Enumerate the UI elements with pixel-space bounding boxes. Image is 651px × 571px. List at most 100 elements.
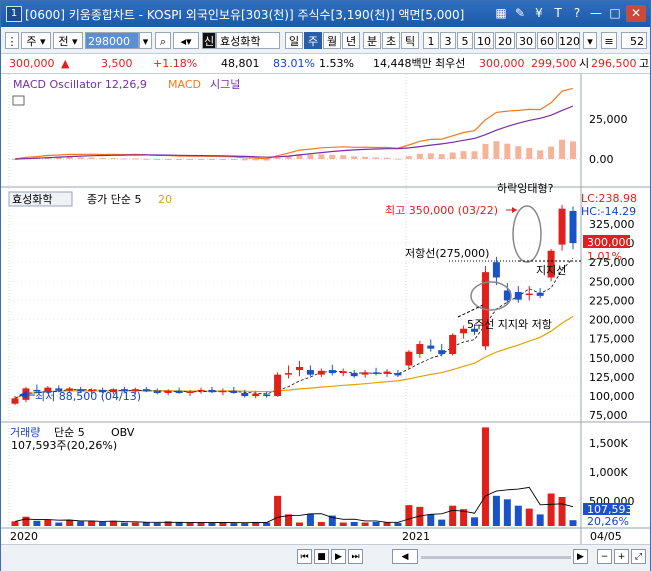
volume-bar — [77, 521, 85, 526]
pattern-highlight-ellipse — [512, 205, 542, 263]
period-tick[interactable]: 틱 — [401, 32, 419, 49]
volume-bar — [339, 522, 347, 526]
speaker-icon[interactable]: ◂▾ — [173, 32, 199, 49]
price-tick-label: 200,000 — [589, 314, 635, 327]
search-icon[interactable]: ⌕ — [155, 32, 171, 49]
candle-body — [383, 371, 391, 374]
macd-osc-bar — [537, 150, 544, 159]
volume-bar — [427, 514, 435, 526]
count-input[interactable]: 52 — [621, 32, 647, 49]
period-day[interactable]: 일 — [285, 32, 303, 49]
volume-tick: 1,000K — [589, 466, 628, 479]
currency-icon[interactable]: ¥ — [531, 5, 547, 22]
resistance-annotation: 저항선(275,000) — [405, 247, 489, 260]
candle-body — [186, 391, 194, 393]
candle-body — [328, 370, 336, 374]
volume-bar — [99, 521, 107, 526]
macd-osc-bar — [515, 146, 522, 159]
macd-osc-bar — [570, 141, 576, 159]
interval-120[interactable]: 120 — [558, 32, 580, 49]
play-icon[interactable]: ▶ — [331, 549, 346, 564]
volume-bar — [471, 517, 479, 526]
volume-bar — [350, 521, 358, 526]
macd-osc-bar — [143, 158, 150, 160]
period-week[interactable]: 주 — [304, 32, 322, 49]
macd-line — [14, 87, 574, 160]
current-price-pct: 1.01% — [587, 250, 622, 263]
period-month[interactable]: 월 — [323, 32, 341, 49]
interval-60[interactable]: 60 — [537, 32, 557, 49]
market-select[interactable]: 주 ▾ — [21, 32, 51, 49]
macd-osc-bar — [110, 158, 117, 160]
maximize-icon[interactable]: □ — [607, 5, 623, 22]
quote-bar: 300,000 ▲ 3,500 +1.18% 48,801 83.01% 1.5… — [1, 54, 650, 74]
panel-grid-icon[interactable] — [12, 95, 25, 106]
volume-bar — [230, 523, 238, 526]
candle-body — [372, 372, 380, 374]
period-second[interactable]: 초 — [382, 32, 400, 49]
turnover-rate: 1.53% — [319, 57, 354, 70]
macd-osc-bar — [121, 158, 128, 160]
scroll-left-icon[interactable]: ◀ — [392, 549, 418, 564]
volume-bar — [492, 495, 500, 526]
candle-body — [438, 350, 446, 354]
candle-body — [525, 293, 533, 296]
volume-bar — [186, 522, 194, 526]
stop-icon[interactable]: ■ — [314, 549, 329, 564]
scroll-right-icon[interactable]: ▶ — [573, 549, 588, 564]
settings-icon[interactable]: ≡ — [601, 32, 617, 49]
volume-bar — [131, 522, 139, 526]
zoom-out-icon[interactable]: − — [597, 549, 612, 564]
window-number-icon[interactable]: 1 — [6, 6, 22, 22]
price-tick-label: 125,000 — [589, 371, 635, 384]
high-annotation: 최고 350,000 (03/22) — [385, 204, 498, 217]
candle-body — [339, 371, 347, 374]
pattern-annotation: 하락잉태형? — [497, 181, 554, 195]
volume-bar — [361, 522, 369, 526]
chevron-down-icon[interactable]: ▾ — [583, 32, 597, 49]
interval-10[interactable]: 10 — [474, 32, 494, 49]
candle-body — [514, 292, 522, 300]
candle-body — [11, 398, 19, 404]
macd-osc-bar — [340, 155, 347, 159]
macd-tick: 0.00 — [589, 153, 614, 166]
change-arrow-icon: ▲ — [61, 57, 70, 70]
candle-body — [492, 262, 500, 278]
period-minute[interactable]: 분 — [363, 32, 381, 49]
macd-osc-bar — [405, 156, 412, 159]
volume-bar — [514, 505, 522, 526]
period-year[interactable]: 년 — [342, 32, 360, 49]
ma-note-annotation: 5주선 지지와 저항 — [467, 318, 552, 331]
support-annotation: 지지선 — [536, 264, 566, 277]
text-icon[interactable]: T — [550, 5, 566, 22]
macd-osc-bar — [526, 147, 533, 159]
fullscreen-icon[interactable]: ⤢ — [631, 549, 646, 564]
interval-5[interactable]: 5 — [457, 32, 473, 49]
interval-30[interactable]: 30 — [516, 32, 536, 49]
rewind-icon[interactable]: ⏮ — [297, 549, 312, 564]
help-icon[interactable]: ? — [569, 5, 585, 22]
volume-bar — [569, 520, 577, 526]
scroll-track[interactable] — [421, 556, 571, 559]
candle-body — [208, 389, 216, 393]
layout-icon[interactable]: ▦ — [493, 5, 509, 22]
candle-body — [416, 344, 424, 354]
stock-code-input[interactable]: 298000 — [85, 32, 139, 49]
volume-bar — [88, 520, 96, 526]
volume-bar — [153, 522, 161, 526]
pen-icon[interactable]: ✎ — [512, 5, 528, 22]
close-icon[interactable]: ✕ — [626, 5, 646, 22]
candle-body — [219, 390, 227, 393]
code-dropdown-icon[interactable]: ▾ — [139, 32, 152, 49]
macd-osc-bar — [438, 154, 445, 159]
macd-osc-bar — [449, 152, 456, 159]
interval-3[interactable]: 3 — [440, 32, 456, 49]
interval-1[interactable]: 1 — [423, 32, 439, 49]
fast-forward-icon[interactable]: ⏭ — [348, 549, 363, 564]
macd-osc-bar — [165, 159, 172, 160]
zoom-in-icon[interactable]: + — [614, 549, 629, 564]
basis-select[interactable]: 전 ▾ — [53, 32, 83, 49]
interval-20[interactable]: 20 — [495, 32, 515, 49]
stock-chart[interactable]: MACD Oscillator 12,26,9 MACD 시그널 25,000 … — [1, 74, 650, 544]
minimize-icon[interactable]: — — [588, 5, 604, 22]
